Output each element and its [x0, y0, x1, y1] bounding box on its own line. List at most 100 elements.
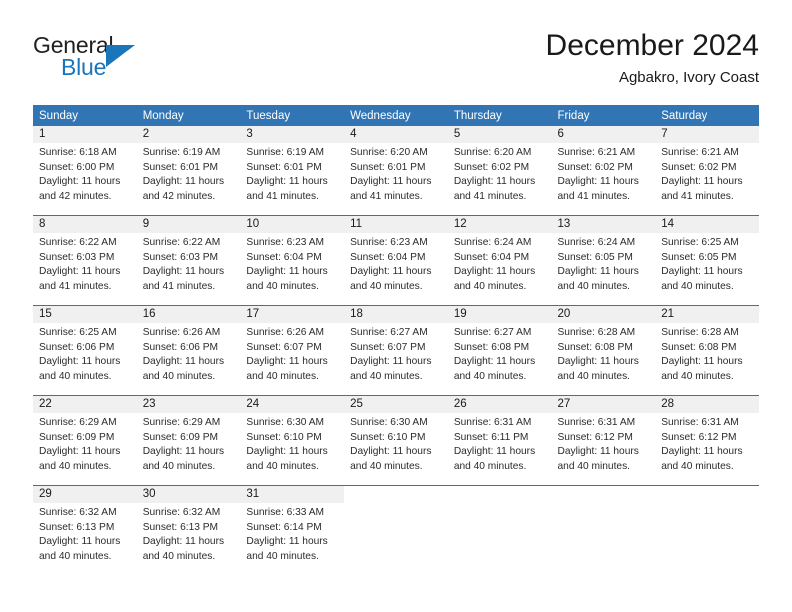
daylight-text-line1: Daylight: 11 hours [246, 266, 328, 278]
daylight-text-line1: Daylight: 11 hours [350, 176, 432, 188]
sunset-text: Sunset: 6:09 PM [39, 431, 115, 443]
day-cell[interactable]: 10 Sunrise: 6:23 AM Sunset: 6:04 PM Dayl… [240, 216, 345, 305]
sunrise-text: Sunrise: 6:22 AM [39, 237, 117, 248]
day-details: Sunrise: 6:22 AM Sunset: 6:03 PM Dayligh… [137, 233, 241, 294]
day-cell[interactable]: 22 Sunrise: 6:29 AM Sunset: 6:09 PM Dayl… [33, 396, 137, 485]
daylight-text-line1: Daylight: 11 hours [142, 446, 225, 458]
day-cell[interactable]: 25 Sunrise: 6:30 AM Sunset: 6:10 PM Dayl… [344, 396, 448, 485]
day-cell[interactable]: 19 Sunrise: 6:27 AM Sunset: 6:08 PM Dayl… [447, 306, 552, 395]
day-cell-empty [655, 486, 759, 575]
day-cell[interactable]: 12 Sunrise: 6:24 AM Sunset: 6:04 PM Dayl… [447, 216, 552, 305]
day-details: Sunrise: 6:27 AM Sunset: 6:08 PM Dayligh… [448, 323, 552, 384]
day-cell[interactable]: 29 Sunrise: 6:32 AM Sunset: 6:13 PM Dayl… [33, 486, 137, 575]
day-number: 2 [136, 126, 241, 143]
sunrise-text: Sunrise: 6:31 AM [661, 417, 739, 428]
day-cell[interactable]: 8 Sunrise: 6:22 AM Sunset: 6:03 PM Dayli… [33, 216, 137, 305]
day-cell[interactable]: 11 Sunrise: 6:23 AM Sunset: 6:04 PM Dayl… [344, 216, 448, 305]
day-cell[interactable]: 13 Sunrise: 6:24 AM Sunset: 6:05 PM Dayl… [551, 216, 656, 305]
day-cell-empty [448, 486, 552, 575]
daylight-text-line2: and 41 minutes. [246, 190, 319, 202]
day-cell[interactable]: 16 Sunrise: 6:26 AM Sunset: 6:06 PM Dayl… [136, 306, 241, 395]
sunrise-text: Sunrise: 6:20 AM [453, 147, 532, 158]
page-subtitle: Agbakro, Ivory Coast [618, 69, 759, 86]
day-number: 12 [447, 216, 552, 233]
day-cell[interactable]: 17 Sunrise: 6:26 AM Sunset: 6:07 PM Dayl… [240, 306, 345, 395]
general-blue-logo[interactable]: General Blue [33, 32, 233, 90]
day-cell[interactable]: 27 Sunrise: 6:31 AM Sunset: 6:12 PM Dayl… [551, 396, 656, 485]
sunset-text: Sunset: 6:03 PM [39, 251, 115, 263]
sunrise-text: Sunrise: 6:23 AM [350, 237, 428, 248]
day-cell[interactable]: 24 Sunrise: 6:30 AM Sunset: 6:10 PM Dayl… [240, 396, 345, 485]
daylight-text-line1: Daylight: 11 hours [661, 266, 743, 278]
day-details: Sunrise: 6:31 AM Sunset: 6:11 PM Dayligh… [448, 413, 552, 474]
sunset-text: Sunset: 6:12 PM [661, 431, 737, 443]
daylight-text-line2: and 40 minutes. [453, 370, 527, 382]
calendar-grid: Sunday Monday Tuesday Wednesday Thursday… [33, 105, 759, 575]
day-cell[interactable]: 2 Sunrise: 6:19 AM Sunset: 6:01 PM Dayli… [136, 126, 241, 215]
daylight-text-line2: and 40 minutes. [142, 460, 216, 472]
sunrise-text: Sunrise: 6:19 AM [246, 147, 324, 158]
day-details: Sunrise: 6:31 AM Sunset: 6:12 PM Dayligh… [552, 413, 656, 474]
day-cell[interactable]: 21 Sunrise: 6:28 AM Sunset: 6:08 PM Dayl… [655, 306, 759, 395]
day-cell[interactable]: 15 Sunrise: 6:25 AM Sunset: 6:06 PM Dayl… [33, 306, 137, 395]
day-cell[interactable]: 7 Sunrise: 6:21 AM Sunset: 6:02 PM Dayli… [655, 126, 759, 215]
daylight-text-line1: Daylight: 11 hours [557, 446, 639, 458]
weekday-header-wednesday: Wednesday [344, 105, 448, 126]
sunrise-text: Sunrise: 6:21 AM [661, 147, 739, 158]
day-cell[interactable]: 4 Sunrise: 6:20 AM Sunset: 6:01 PM Dayli… [344, 126, 448, 215]
day-number: 4 [344, 126, 448, 143]
day-cell[interactable]: 14 Sunrise: 6:25 AM Sunset: 6:05 PM Dayl… [655, 216, 759, 305]
sunset-text: Sunset: 6:07 PM [246, 341, 322, 353]
daylight-text-line2: and 41 minutes. [350, 190, 423, 202]
day-number: 27 [551, 396, 656, 413]
daylight-text-line2: and 40 minutes. [142, 550, 216, 562]
sunset-text: Sunset: 6:06 PM [39, 341, 115, 353]
day-cell[interactable]: 23 Sunrise: 6:29 AM Sunset: 6:09 PM Dayl… [136, 396, 241, 485]
day-cell[interactable]: 3 Sunrise: 6:19 AM Sunset: 6:01 PM Dayli… [240, 126, 345, 215]
sunset-text: Sunset: 6:14 PM [246, 521, 322, 533]
sunrise-text: Sunrise: 6:21 AM [557, 147, 636, 158]
day-details: Sunrise: 6:25 AM Sunset: 6:06 PM Dayligh… [33, 323, 137, 384]
day-number: 15 [33, 306, 137, 323]
day-details: Sunrise: 6:29 AM Sunset: 6:09 PM Dayligh… [137, 413, 241, 474]
day-cell[interactable]: 31 Sunrise: 6:33 AM Sunset: 6:14 PM Dayl… [240, 486, 345, 575]
sunset-text: Sunset: 6:11 PM [453, 431, 529, 443]
day-cell[interactable]: 26 Sunrise: 6:31 AM Sunset: 6:11 PM Dayl… [447, 396, 552, 485]
day-cell[interactable]: 28 Sunrise: 6:31 AM Sunset: 6:12 PM Dayl… [655, 396, 759, 485]
sunrise-text: Sunrise: 6:28 AM [557, 327, 636, 338]
sunrise-text: Sunrise: 6:30 AM [246, 417, 324, 428]
week-row: 22 Sunrise: 6:29 AM Sunset: 6:09 PM Dayl… [33, 395, 759, 485]
sunrise-text: Sunrise: 6:27 AM [453, 327, 532, 338]
day-details: Sunrise: 6:27 AM Sunset: 6:07 PM Dayligh… [344, 323, 448, 384]
sunrise-text: Sunrise: 6:31 AM [453, 417, 532, 428]
daylight-text-line1: Daylight: 11 hours [453, 266, 536, 278]
day-cell[interactable]: 30 Sunrise: 6:32 AM Sunset: 6:13 PM Dayl… [136, 486, 241, 575]
daylight-text-line2: and 40 minutes. [39, 460, 112, 472]
day-cell[interactable]: 1 Sunrise: 6:18 AM Sunset: 6:00 PM Dayli… [33, 126, 137, 215]
daylight-text-line2: and 41 minutes. [142, 280, 216, 292]
sunrise-text: Sunrise: 6:24 AM [453, 237, 532, 248]
weekday-header-sunday: Sunday [33, 105, 137, 126]
daylight-text-line1: Daylight: 11 hours [557, 176, 639, 188]
day-cell[interactable]: 18 Sunrise: 6:27 AM Sunset: 6:07 PM Dayl… [344, 306, 448, 395]
daylight-text-line1: Daylight: 11 hours [39, 446, 121, 458]
daylight-text-line2: and 40 minutes. [350, 370, 423, 382]
day-number: 29 [33, 486, 137, 503]
day-cell[interactable]: 20 Sunrise: 6:28 AM Sunset: 6:08 PM Dayl… [551, 306, 656, 395]
daylight-text-line1: Daylight: 11 hours [557, 356, 639, 368]
daylight-text-line1: Daylight: 11 hours [453, 356, 536, 368]
day-number: 19 [447, 306, 552, 323]
day-number: 6 [551, 126, 656, 143]
sunset-text: Sunset: 6:01 PM [246, 161, 322, 173]
day-number: 14 [655, 216, 759, 233]
sunrise-text: Sunrise: 6:25 AM [661, 237, 739, 248]
day-cell[interactable]: 6 Sunrise: 6:21 AM Sunset: 6:02 PM Dayli… [551, 126, 656, 215]
daylight-text-line2: and 40 minutes. [453, 280, 527, 292]
daylight-text-line1: Daylight: 11 hours [246, 176, 328, 188]
daylight-text-line1: Daylight: 11 hours [246, 446, 328, 458]
daylight-text-line1: Daylight: 11 hours [142, 176, 225, 188]
day-cell[interactable]: 5 Sunrise: 6:20 AM Sunset: 6:02 PM Dayli… [447, 126, 552, 215]
day-number: 17 [240, 306, 345, 323]
day-number: 10 [240, 216, 345, 233]
day-cell[interactable]: 9 Sunrise: 6:22 AM Sunset: 6:03 PM Dayli… [136, 216, 241, 305]
